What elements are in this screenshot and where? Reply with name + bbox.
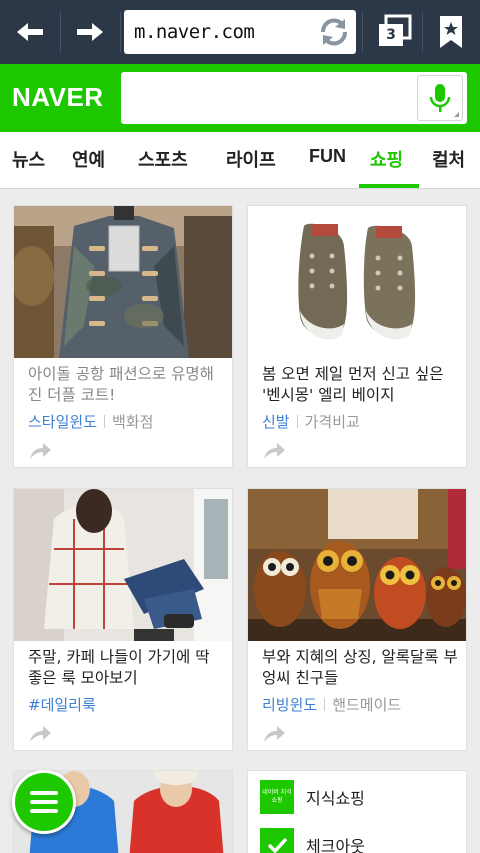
tabs-button[interactable]: 3 [374, 14, 414, 50]
tab-shopping[interactable]: 쇼핑 [370, 146, 403, 172]
product-image-owl-dolls[interactable] [248, 489, 466, 641]
toolbar-divider [422, 12, 423, 52]
search-input[interactable] [121, 72, 467, 124]
card-category[interactable]: 스타일윈도 [28, 413, 97, 431]
card-subcategory[interactable]: 백화점 [112, 413, 153, 431]
card-title[interactable]: 봄 오면 제일 먼저 신고 싶은 '벤시몽' 엘리 베이지 [262, 364, 462, 406]
back-arrow-icon [17, 23, 43, 41]
card-category[interactable]: 리빙윈도 [262, 696, 317, 714]
address-bar[interactable]: m.naver.com [124, 10, 356, 54]
product-card[interactable]: 부와 지혜의 상징, 알록달록 부엉씨 친구들 리빙윈도 핸드메이드 [247, 488, 467, 751]
shortcut-knowledge-shopping[interactable]: 네이버 지식쇼핑 지식쇼핑 [260, 779, 365, 815]
naver-logo[interactable]: NAVER [12, 82, 104, 113]
share-icon[interactable] [262, 442, 286, 460]
meta-divider [296, 415, 298, 428]
shopping-shortcuts: 네이버 지식쇼핑 지식쇼핑 체크아웃 [247, 770, 467, 853]
active-tab-indicator [359, 184, 419, 188]
shortcut-checkout[interactable]: 체크아웃 [260, 827, 365, 853]
meta-divider [324, 698, 326, 711]
card-subcategory[interactable]: 핸드메이드 [332, 696, 401, 714]
card-meta: 리빙윈도 핸드메이드 [262, 694, 401, 715]
refresh-button[interactable] [316, 14, 352, 50]
url-text[interactable]: m.naver.com [134, 21, 255, 43]
share-icon[interactable] [262, 725, 286, 743]
card-title[interactable]: 주말, 카페 나들이 가기에 딱 좋은 룩 모아보기 [28, 647, 228, 689]
card-category[interactable]: 신발 [262, 413, 290, 431]
product-image-duffle-coat[interactable] [14, 206, 232, 358]
product-card[interactable]: 봄 오면 제일 먼저 신고 싶은 '벤시몽' 엘리 베이지 신발 가격비교 [247, 205, 467, 468]
forward-arrow-icon [77, 23, 103, 41]
share-icon[interactable] [28, 442, 52, 460]
back-button[interactable] [0, 0, 60, 64]
bookmark-icon [440, 16, 462, 48]
card-meta: #데일리룩 [28, 694, 96, 715]
toolbar-divider [120, 12, 121, 52]
tab-culture[interactable]: 컬처 [432, 146, 465, 172]
product-card[interactable]: 아이돌 공항 패션으로 유명해진 더플 코트! 스타일윈도 백화점 [13, 205, 233, 468]
product-image-sneakers[interactable] [248, 206, 466, 358]
menu-icon [30, 791, 58, 813]
tab-fun[interactable]: FUN [309, 146, 346, 167]
share-icon[interactable] [28, 725, 52, 743]
browser-toolbar: m.naver.com 3 [0, 0, 480, 64]
meta-divider [104, 415, 106, 428]
category-tabs: 뉴스 연예 스포츠 라이프 FUN 쇼핑 컬처 [0, 132, 480, 189]
product-card[interactable]: 주말, 카페 나들이 가기에 딱 좋은 룩 모아보기 #데일리룩 [13, 488, 233, 751]
shortcut-label: 체크아웃 [306, 837, 365, 853]
card-meta: 스타일윈도 백화점 [28, 411, 153, 432]
shortcut-label: 지식쇼핑 [306, 789, 365, 808]
card-title[interactable]: 부와 지혜의 상징, 알록달록 부엉씨 친구들 [262, 647, 462, 689]
menu-button[interactable] [12, 770, 76, 834]
card-category[interactable]: #데일리룩 [28, 696, 96, 714]
card-subcategory[interactable]: 가격비교 [305, 413, 360, 431]
refresh-icon [321, 18, 347, 46]
tab-life[interactable]: 라이프 [226, 146, 276, 172]
tab-news[interactable]: 뉴스 [12, 146, 45, 172]
naver-header: NAVER [0, 64, 480, 132]
card-meta: 신발 가격비교 [262, 411, 360, 432]
microphone-icon [429, 84, 459, 117]
toolbar-divider [362, 12, 363, 52]
product-image-daily-look[interactable] [14, 489, 232, 641]
bookmark-button[interactable] [436, 14, 466, 50]
checkout-icon [260, 828, 294, 853]
tab-count: 3 [379, 24, 403, 46]
forward-button[interactable] [60, 0, 120, 64]
knowledge-shopping-icon: 네이버 지식쇼핑 [260, 780, 294, 814]
tab-entertainment[interactable]: 연예 [72, 146, 105, 172]
tab-sports[interactable]: 스포츠 [138, 146, 188, 172]
voice-search-button[interactable] [417, 75, 463, 121]
card-title[interactable]: 아이돌 공항 패션으로 유명해진 더플 코트! [28, 364, 228, 406]
